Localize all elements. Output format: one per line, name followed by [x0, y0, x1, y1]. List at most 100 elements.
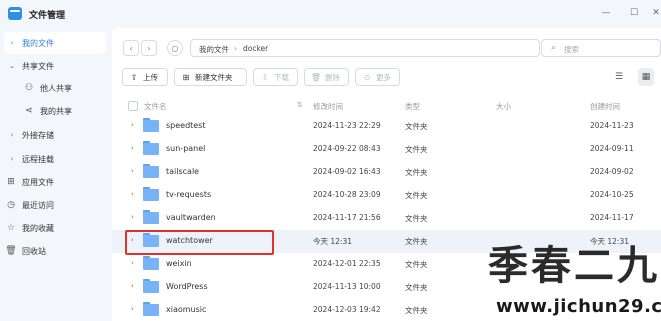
- file-name: weixin: [166, 259, 192, 268]
- column-mtime[interactable]: 修改时间: [313, 101, 343, 112]
- chevron-right-icon: ›: [10, 39, 14, 47]
- minimize-button[interactable]: —: [599, 6, 613, 20]
- delete-button[interactable]: 🗑 删除: [304, 68, 349, 86]
- sidebar-item-external-storage[interactable]: › 外接存储: [4, 124, 106, 146]
- sidebar-item-remote-mount[interactable]: › 远程挂载: [4, 148, 106, 170]
- file-name: speedtest: [166, 121, 206, 130]
- column-size[interactable]: 大小: [496, 101, 511, 112]
- new-folder-icon: ⊞: [182, 72, 190, 82]
- modified-time: 2024-11-17 21:56: [313, 213, 381, 222]
- file-type: 文件夹: [405, 122, 428, 131]
- app-title: 文件管理: [29, 11, 66, 21]
- table-row[interactable]: › tailscale 2024-09-02 16:43 文件夹 2024-09…: [112, 161, 661, 184]
- file-type: 文件夹: [405, 237, 428, 246]
- chevron-right-icon: ›: [10, 155, 14, 163]
- sidebar-item-my-shares[interactable]: ⋖ 我的共享: [4, 100, 106, 122]
- sort-options-button[interactable]: ☰: [611, 68, 627, 86]
- refresh-icon: ○: [171, 43, 179, 53]
- refresh-button[interactable]: ○: [167, 40, 183, 56]
- file-type: 文件夹: [405, 145, 428, 154]
- created-time: 2024-10-25: [590, 190, 634, 199]
- more-button[interactable]: ⊙ 更多: [355, 68, 400, 86]
- chevron-left-icon: ‹: [129, 43, 133, 53]
- new-folder-button[interactable]: ⊞ 新建文件夹: [174, 68, 247, 86]
- file-type: 文件夹: [405, 306, 428, 315]
- folder-icon: [143, 141, 159, 155]
- sidebar-item-label: 应用文件: [22, 177, 54, 187]
- download-button[interactable]: ⇩ 下载: [253, 68, 298, 86]
- breadcrumb[interactable]: 我的文件 › docker: [190, 39, 540, 57]
- column-ctime[interactable]: 创建时间: [590, 101, 620, 112]
- sidebar-item-app-files[interactable]: ⊞ 应用文件: [4, 171, 106, 193]
- back-button[interactable]: ‹: [123, 40, 139, 56]
- table-row[interactable]: › speedtest 2024-11-23 22:29 文件夹 2024-11…: [112, 115, 661, 138]
- sidebar-item-label: 我的文件: [22, 38, 54, 48]
- download-label: 下载: [274, 72, 289, 82]
- modified-time: 2024-10-28 23:09: [313, 190, 381, 199]
- watermark-title: 季春二九: [488, 242, 660, 289]
- table-row[interactable]: › vaultwarden 2024-11-17 21:56 文件夹 2024-…: [112, 207, 661, 230]
- delete-label: 删除: [325, 72, 340, 82]
- forward-button[interactable]: ›: [141, 40, 157, 56]
- file-name: tv-requests: [166, 190, 212, 199]
- delete-icon: 🗑: [310, 72, 322, 82]
- expand-chevron-icon[interactable]: ›: [131, 282, 134, 290]
- folder-icon: [143, 118, 159, 132]
- upload-button[interactable]: ⇧ 上传: [122, 68, 168, 86]
- sidebar-item-label: 回收站: [22, 246, 46, 256]
- sidebar-item-shared-with-me[interactable]: ⚇ 他人共享: [4, 77, 106, 99]
- file-name: sun-panel: [166, 144, 206, 153]
- modified-time: 2024-12-01 22:35: [313, 259, 381, 268]
- table-row[interactable]: › sun-panel 2024-09-22 08:43 文件夹 2024-09…: [112, 138, 661, 161]
- sidebar-item-label: 最近访问: [22, 200, 54, 210]
- sidebar-item-label: 我的收藏: [22, 223, 54, 233]
- clock-icon: ◷: [7, 200, 15, 210]
- expand-chevron-icon[interactable]: ›: [131, 305, 134, 313]
- download-icon: ⇩: [261, 72, 269, 82]
- created-time: 2024-11-17: [590, 213, 634, 222]
- created-time: 2024-11-23: [590, 121, 634, 130]
- title-bar: 文件管理 — ☐ ✕: [0, 0, 661, 28]
- select-all-checkbox[interactable]: [128, 101, 138, 111]
- sidebar-item-recent[interactable]: ◷ 最近访问: [4, 194, 106, 216]
- breadcrumb-current[interactable]: docker: [243, 44, 268, 53]
- search-input[interactable]: ⌕ 搜索: [541, 39, 661, 57]
- modified-time: 2024-09-02 16:43: [313, 167, 381, 176]
- column-type[interactable]: 类型: [405, 101, 420, 112]
- sidebar-item-recycle-bin[interactable]: 🗑 回收站: [4, 240, 106, 262]
- grid-view-button[interactable]: ▦: [638, 68, 654, 86]
- users-icon: ⚇: [24, 83, 34, 93]
- column-name[interactable]: 文件名: [144, 101, 167, 112]
- sort-icon[interactable]: ⇅: [297, 101, 303, 109]
- expand-chevron-icon[interactable]: ›: [131, 121, 134, 129]
- file-type: 文件夹: [405, 168, 428, 177]
- sidebar-item-favorites[interactable]: ☆ 我的收藏: [4, 217, 106, 239]
- new-folder-label: 新建文件夹: [195, 72, 233, 82]
- upload-label: 上传: [143, 72, 158, 82]
- expand-chevron-icon[interactable]: ›: [131, 167, 134, 175]
- grid-view-icon: ▦: [641, 72, 651, 82]
- sidebar-item-shared-files[interactable]: ⌄ 共享文件: [4, 55, 106, 77]
- sidebar-item-label: 外接存储: [22, 130, 54, 140]
- expand-chevron-icon[interactable]: ›: [131, 259, 134, 267]
- file-name: vaultwarden: [166, 213, 216, 222]
- app-icon: [8, 7, 22, 20]
- close-button[interactable]: ✕: [649, 6, 661, 20]
- file-type: 文件夹: [405, 191, 428, 200]
- maximize-button[interactable]: ☐: [627, 6, 641, 20]
- folder-icon: [143, 187, 159, 201]
- sidebar-item-label: 共享文件: [22, 61, 54, 71]
- expand-chevron-icon[interactable]: ›: [131, 144, 134, 152]
- breadcrumb-root[interactable]: 我的文件: [199, 44, 229, 55]
- file-name: xiaomusic: [166, 305, 207, 314]
- expand-chevron-icon[interactable]: ›: [131, 190, 134, 198]
- watermark-url: www.jichun29.cn: [496, 296, 661, 317]
- sidebar-item-my-files[interactable]: › 我的文件: [4, 32, 106, 54]
- table-row[interactable]: › tv-requests 2024-10-28 23:09 文件夹 2024-…: [112, 184, 661, 207]
- sidebar: › 我的文件 ⌄ 共享文件 ⚇ 他人共享 ⋖ 我的共享 › 外接存储 › 远程挂…: [0, 28, 112, 321]
- folder-icon: [143, 302, 159, 316]
- modified-time: 今天 12:31: [313, 237, 352, 246]
- upload-icon: ⇧: [130, 72, 138, 82]
- expand-chevron-icon[interactable]: ›: [131, 213, 134, 221]
- created-time: 2024-09-11: [590, 144, 634, 153]
